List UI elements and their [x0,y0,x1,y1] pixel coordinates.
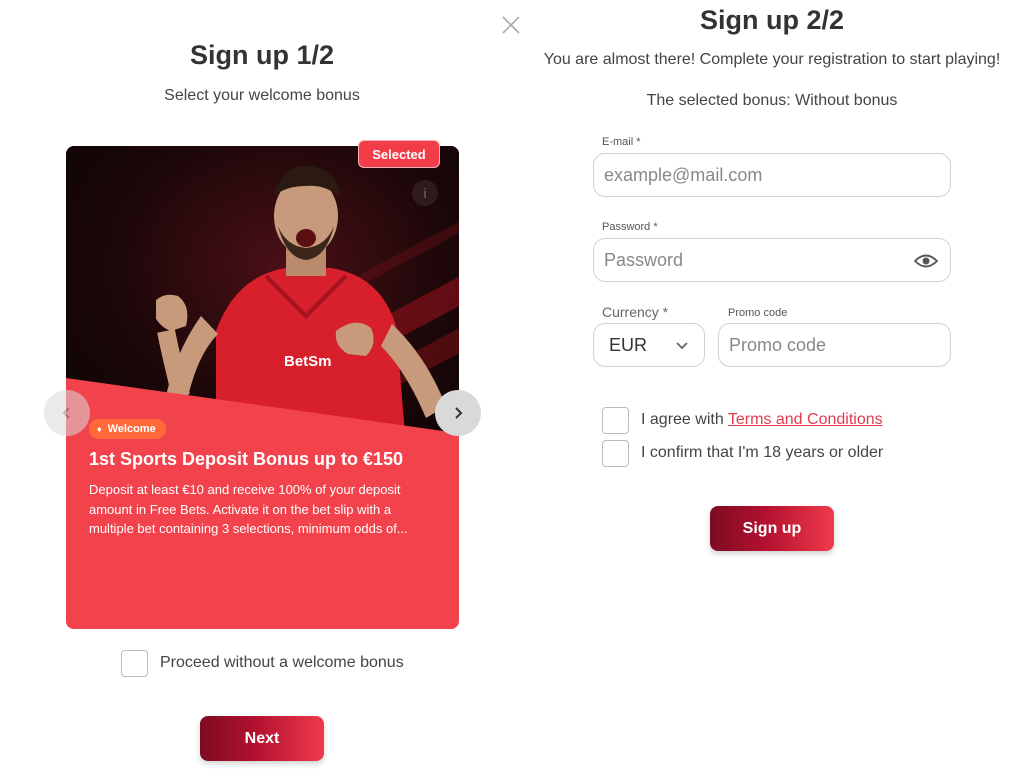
chevron-right-icon [455,407,463,419]
password-input[interactable] [604,239,940,281]
age-checkbox[interactable] [602,440,629,467]
welcome-tag-label: Welcome [107,423,156,435]
promo-label: Promo code [728,307,788,319]
terms-prefix: I agree with [641,411,728,428]
welcome-tag: ♦ Welcome [89,419,166,439]
age-label: I confirm that I'm 18 years or older [641,444,884,461]
email-label: E-mail * [602,136,641,148]
step1-subtitle: Select your welcome bonus [164,87,360,104]
email-input[interactable] [604,154,940,196]
promo-field[interactable] [718,323,951,367]
no-bonus-checkbox[interactable] [121,650,148,677]
no-bonus-label: Proceed without a welcome bonus [160,654,404,671]
password-label: Password * [602,221,658,233]
eye-icon[interactable] [914,252,938,270]
jersey-text: BetSm [284,353,332,370]
promo-input[interactable] [729,324,940,366]
currency-label: Currency * [602,304,669,320]
step2-title: Sign up 2/2 [699,5,845,35]
terms-checkbox[interactable] [602,407,629,434]
close-icon[interactable] [499,13,523,37]
chevron-down-icon [676,342,688,350]
terms-label: I agree with Terms and Conditions [641,411,883,429]
bonus-card[interactable]: BetSm [66,146,459,629]
carousel-next-button[interactable] [435,390,481,436]
currency-select[interactable]: EUR [593,323,705,367]
next-button[interactable]: Next [200,716,324,761]
step1-title: Sign up 1/2 [189,40,335,70]
terms-link[interactable]: Terms and Conditions [728,411,883,428]
currency-value: EUR [609,335,648,355]
chevron-left-icon [62,407,70,419]
bonus-title: 1st Sports Deposit Bonus up to €150 [89,449,404,469]
selected-badge: Selected [358,140,440,168]
password-field[interactable] [593,238,951,282]
sign-up-button[interactable]: Sign up [710,506,834,551]
step2-subtitle: You are almost there! Complete your regi… [543,51,1001,68]
flame-icon: ♦ [97,424,102,434]
carousel-prev-button[interactable] [44,390,90,436]
email-field[interactable] [593,153,951,197]
bonus-description: Deposit at least €10 and receive 100% of… [89,482,408,536]
info-icon[interactable]: i [412,180,438,206]
selected-bonus-text: The selected bonus: Without bonus [646,92,898,109]
